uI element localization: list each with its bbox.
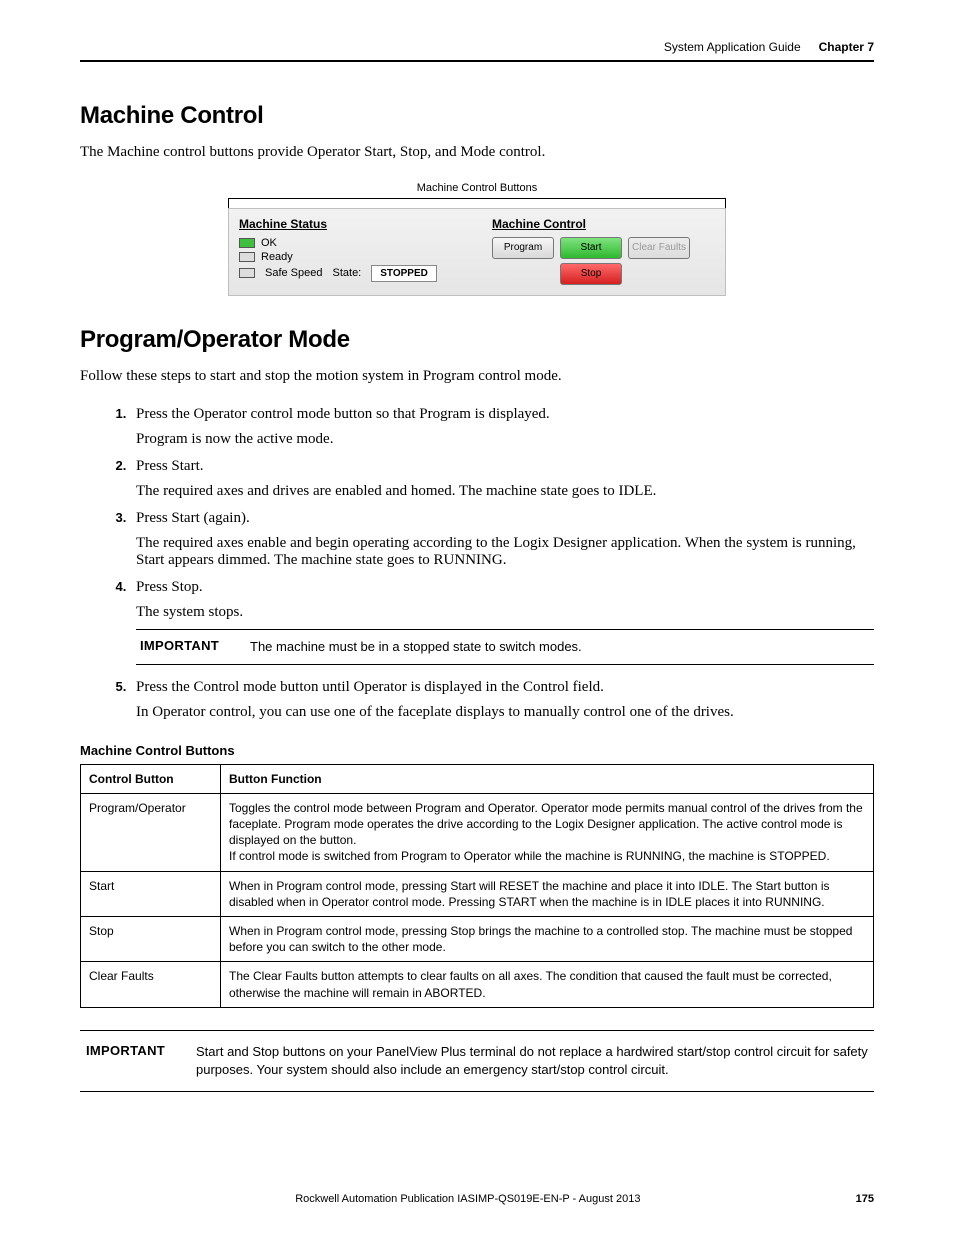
status-indicator-safe-speed [239, 268, 255, 278]
step-1-sub: Program is now the active mode. [136, 431, 874, 448]
status-label-ok: OK [261, 237, 277, 249]
cell-btn-name: Clear Faults [81, 962, 221, 1007]
heading-machine-control: Machine Control [80, 102, 874, 130]
hmi-status-header: Machine Status [239, 217, 462, 231]
stop-button[interactable]: Stop [560, 263, 622, 285]
cell-btn-name: Program/Operator [81, 793, 221, 871]
step-3: Press Start (again). The required axes e… [130, 510, 874, 569]
footer-publication: Rockwell Automation Publication IASIMP-Q… [80, 1193, 856, 1205]
hmi-control-col: Machine Control Program Start Clear Faul… [492, 217, 715, 285]
step-2-main: Press Start. [136, 458, 874, 475]
page-footer: Rockwell Automation Publication IASIMP-Q… [80, 1193, 874, 1205]
hmi-control-header: Machine Control [492, 217, 715, 231]
clear-faults-button[interactable]: Clear Faults [628, 237, 690, 259]
step-1: Press the Operator control mode button s… [130, 406, 874, 448]
status-label-ready: Ready [261, 251, 293, 263]
running-head-title: System Application Guide [664, 40, 801, 54]
table-row: Stop When in Program control mode, press… [81, 917, 874, 962]
footer-page-number: 175 [856, 1193, 874, 1205]
important-note-2: IMPORTANT Start and Stop buttons on your… [80, 1030, 874, 1092]
cell-btn-func: The Clear Faults button attempts to clea… [221, 962, 874, 1007]
table-row: Start When in Program control mode, pres… [81, 871, 874, 916]
step-3-sub: The required axes enable and begin opera… [136, 535, 874, 569]
important-label-2: IMPORTANT [86, 1043, 176, 1058]
intro-machine-control: The Machine control buttons provide Oper… [80, 142, 874, 164]
start-button[interactable]: Start [560, 237, 622, 259]
figure-caption: Machine Control Buttons [80, 182, 874, 194]
step-5: Press the Control mode button until Oper… [130, 679, 874, 721]
important-text-1: The machine must be in a stopped state t… [250, 638, 870, 656]
hmi-panel: Machine Status OK Ready Safe Speed State… [228, 208, 726, 296]
status-indicator-ok [239, 238, 255, 248]
th-control-button: Control Button [81, 764, 221, 793]
figure-bracket [228, 198, 726, 208]
heading-program-operator-mode: Program/Operator Mode [80, 326, 874, 354]
step-2-sub: The required axes and drives are enabled… [136, 483, 874, 500]
table-row: Program/Operator Toggles the control mod… [81, 793, 874, 871]
cell-btn-name: Stop [81, 917, 221, 962]
step-5-sub: In Operator control, you can use one of … [136, 704, 874, 721]
figure-machine-control: Machine Control Buttons Machine Status O… [80, 182, 874, 296]
program-button[interactable]: Program [492, 237, 554, 259]
important-label-1: IMPORTANT [140, 638, 230, 653]
table-row: Clear Faults The Clear Faults button att… [81, 962, 874, 1007]
important-text-2: Start and Stop buttons on your PanelView… [196, 1043, 868, 1079]
steps-list: Press the Operator control mode button s… [80, 406, 874, 721]
step-3-main: Press Start (again). [136, 510, 874, 527]
step-5-main: Press the Control mode button until Oper… [136, 679, 874, 696]
status-label-safe-speed: Safe Speed [265, 267, 323, 279]
running-head-chapter: Chapter 7 [819, 40, 874, 54]
cell-btn-func: Toggles the control mode between Program… [221, 793, 874, 871]
status-indicator-ready [239, 252, 255, 262]
step-4-main: Press Stop. [136, 579, 874, 596]
th-button-function: Button Function [221, 764, 874, 793]
cell-btn-func: When in Program control mode, pressing S… [221, 917, 874, 962]
hmi-status-col: Machine Status OK Ready Safe Speed State… [239, 217, 462, 285]
step-1-main: Press the Operator control mode button s… [136, 406, 874, 423]
step-4-sub: The system stops. [136, 604, 874, 621]
step-2: Press Start. The required axes and drive… [130, 458, 874, 500]
table-caption: Machine Control Buttons [80, 743, 874, 758]
step-4: Press Stop. The system stops. IMPORTANT … [130, 579, 874, 665]
machine-control-buttons-table: Control Button Button Function Program/O… [80, 764, 874, 1008]
intro-program-operator: Follow these steps to start and stop the… [80, 366, 874, 388]
state-value-box: STOPPED [371, 265, 437, 282]
important-note-1: IMPORTANT The machine must be in a stopp… [136, 629, 874, 665]
cell-btn-func: When in Program control mode, pressing S… [221, 871, 874, 916]
running-head: System Application Guide Chapter 7 [80, 40, 874, 62]
cell-btn-name: Start [81, 871, 221, 916]
state-label: State: [333, 267, 362, 279]
